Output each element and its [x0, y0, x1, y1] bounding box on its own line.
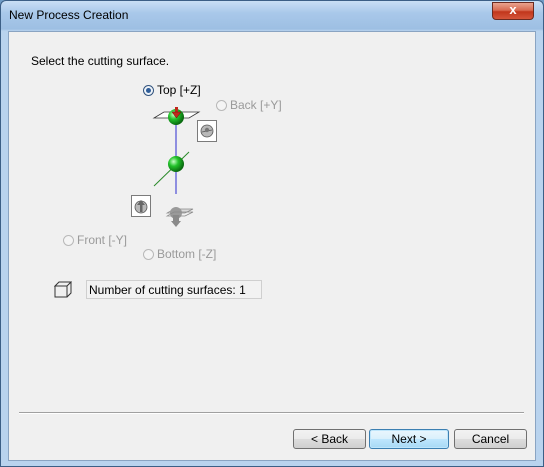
dialog-window: New Process Creation x Select the cuttin… [0, 0, 544, 467]
back-face-icon [200, 124, 214, 138]
radio-front-indicator[interactable] [63, 234, 74, 246]
radio-back-label: Back [+Y] [230, 98, 282, 112]
bottom-plane-icon[interactable] [165, 207, 194, 227]
radio-top-label: Top [+Z] [157, 83, 201, 97]
cancel-button[interactable]: Cancel [454, 429, 527, 449]
radio-front-label: Front [-Y] [77, 233, 128, 247]
radio-back-indicator[interactable] [216, 99, 227, 111]
radio-top[interactable]: Top [+Z] [143, 83, 201, 97]
center-sphere-icon [168, 156, 184, 172]
radio-back[interactable]: Back [+Y] [216, 98, 282, 112]
radio-top-indicator[interactable] [143, 84, 154, 96]
title-bar[interactable]: New Process Creation x [1, 1, 543, 31]
cutting-surface-count: Number of cutting surfaces: 1 [86, 280, 262, 299]
next-button[interactable]: Next > [369, 429, 449, 449]
radio-bottom-label: Bottom [-Z] [157, 247, 217, 261]
window-title: New Process Creation [9, 8, 129, 22]
back-face-button[interactable] [197, 120, 217, 142]
back-button[interactable]: < Back [293, 429, 366, 449]
top-plane-icon[interactable] [152, 107, 201, 125]
radio-front[interactable]: Front [-Y] [63, 233, 127, 247]
close-button[interactable]: x [492, 2, 534, 20]
front-face-button[interactable] [131, 195, 151, 217]
cube-outline-icon [54, 281, 72, 298]
dialog-body: Select the cutting surface. Top [+Z] Bac… [8, 31, 536, 461]
radio-bottom[interactable]: Bottom [-Z] [143, 247, 216, 261]
front-face-icon [134, 200, 148, 214]
radio-bottom-indicator[interactable] [143, 248, 154, 260]
button-separator [19, 412, 524, 414]
close-icon: x [509, 2, 517, 17]
